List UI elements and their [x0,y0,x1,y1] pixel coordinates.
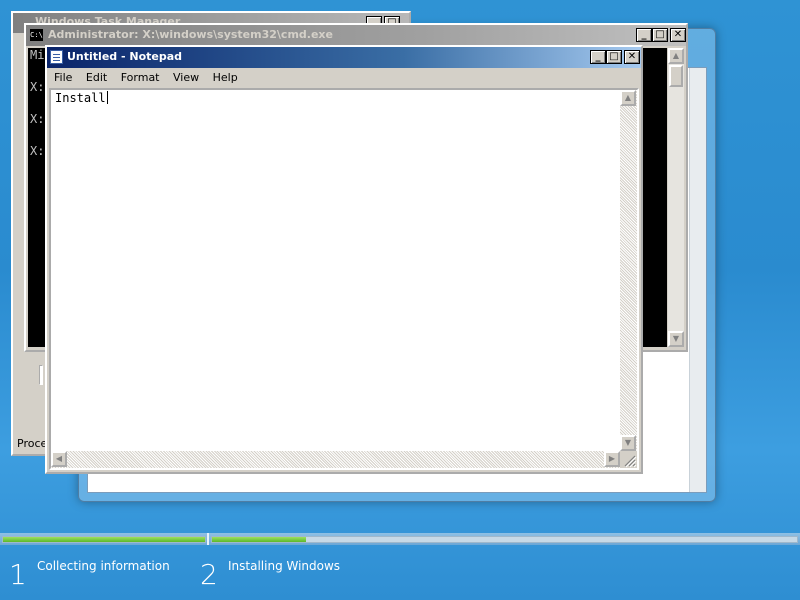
step2-progress-bar [211,536,798,543]
menu-view[interactable]: View [168,70,204,85]
setup-scrollbar[interactable] [689,68,706,492]
menu-help[interactable]: Help [208,70,243,85]
cmd-maximize-button[interactable]: □ [652,28,668,42]
cmd-scroll-thumb[interactable] [669,65,683,87]
step1-progress-bar [2,536,206,543]
menu-file[interactable]: File [49,70,77,85]
notepad-text[interactable]: Install [53,90,618,449]
notepad-vertical-scrollbar[interactable]: ▲ ▼ [620,90,637,451]
cmd-scroll-down-button[interactable]: ▼ [668,331,684,347]
setup-progress-strip [0,533,800,545]
step2-progress-fill [212,537,306,542]
notepad-edit-area[interactable]: Install ▲ ▼ ◀ ▶ [49,88,639,470]
step2-number: 2 [200,558,218,591]
notepad-maximize-button[interactable]: □ [606,50,622,64]
text-caret [106,91,108,104]
notepad-horizontal-scrollbar[interactable]: ◀ ▶ [51,451,620,468]
menu-edit[interactable]: Edit [81,70,112,85]
step2-label: Installing Windows [228,559,341,573]
notepad-content: Install [55,91,106,105]
cmd-minimize-button[interactable]: _ [636,28,652,42]
cmd-scroll-up-button[interactable]: ▲ [668,48,684,64]
notepad-scroll-right-button[interactable]: ▶ [604,451,620,467]
resize-grip-icon[interactable] [620,451,637,468]
cmd-close-button[interactable]: ✕ [670,28,686,42]
notepad-scroll-down-button[interactable]: ▼ [620,435,636,451]
notepad-window[interactable]: Untitled - Notepad _ □ ✕ File Edit Forma… [45,45,643,474]
step1-progress-fill [3,537,205,542]
cmd-scrollbar[interactable]: ▲ ▼ [668,48,684,347]
step1-label: Collecting information [37,559,170,573]
notepad-titlebar[interactable]: Untitled - Notepad [47,47,641,68]
notepad-scroll-left-button[interactable]: ◀ [51,451,67,467]
notepad-scroll-up-button[interactable]: ▲ [620,90,636,106]
menu-format[interactable]: Format [116,70,165,85]
notepad-menubar: File Edit Format View Help [47,68,641,88]
notepad-close-button[interactable]: ✕ [624,50,640,64]
progress-divider [207,533,209,545]
cmd-title: Administrator: X:\windows\system32\cmd.e… [48,28,333,41]
cmd-icon: C:\ [29,28,44,42]
task-manager-scroll-stub [39,365,43,385]
notepad-title: Untitled - Notepad [67,50,183,63]
notepad-icon [50,50,63,64]
cmd-titlebar[interactable]: Administrator: X:\windows\system32\cmd.e… [26,25,686,46]
notepad-minimize-button[interactable]: _ [590,50,606,64]
step1-number: 1 [9,558,27,591]
